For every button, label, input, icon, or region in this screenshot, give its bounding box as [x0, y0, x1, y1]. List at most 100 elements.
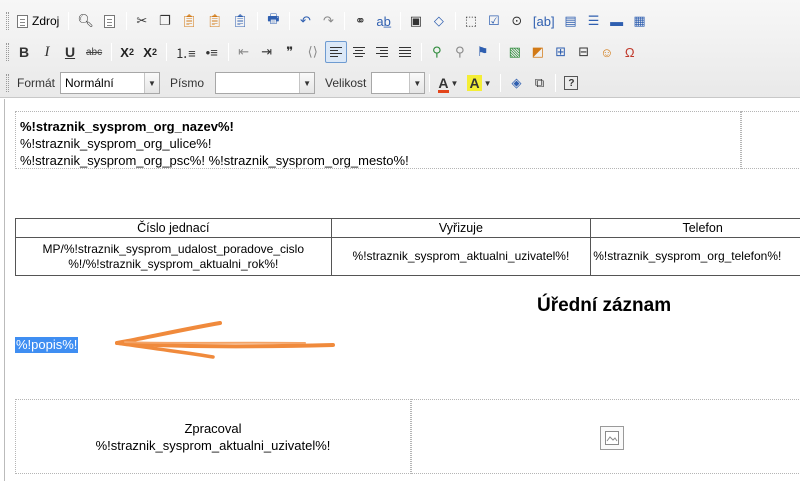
blockquote-icon: ❞	[286, 44, 294, 59]
indent-button[interactable]: ⇥	[256, 41, 278, 63]
bullet-list-icon: •≡	[205, 44, 218, 60]
format-select[interactable]: Normální ▼	[60, 72, 161, 94]
paste-word-button[interactable]: 📋︎	[228, 10, 253, 32]
numbered-list-button[interactable]: ⒈≡	[171, 41, 200, 63]
select-field-icon: ☰	[587, 13, 600, 28]
table-button[interactable]: ⊞	[550, 41, 572, 63]
table-header-cell[interactable]: Telefon	[590, 218, 800, 238]
redo-button[interactable]: ↷	[317, 10, 339, 32]
link-button[interactable]: ⚲	[426, 41, 448, 63]
replace-button[interactable]: ab̲	[372, 10, 394, 32]
address-block[interactable]: %!straznik_sysprom_org_nazev%! %!strazni…	[15, 111, 741, 169]
format-label: Formát	[17, 76, 56, 90]
image-placeholder-icon[interactable]	[600, 426, 624, 450]
show-blocks-icon: ⧉	[534, 75, 545, 90]
strikethrough-button[interactable]: abc	[82, 41, 106, 63]
bold-button[interactable]: B	[13, 41, 35, 63]
outdent-button[interactable]: ⇤	[233, 41, 255, 63]
text-color-button[interactable]: A ▼	[434, 72, 462, 94]
anchor-button[interactable]: ⚑	[472, 41, 494, 63]
table-header-cell[interactable]: Číslo jednací	[15, 218, 332, 238]
select-field-button[interactable]: ☰	[583, 10, 605, 32]
bullet-list-button[interactable]: •≡	[201, 41, 223, 63]
clipboard-icon: 📋︎	[180, 13, 198, 28]
image-icon: ▧	[508, 44, 521, 59]
textfield-button[interactable]: [ab]	[529, 10, 559, 32]
image-button-field[interactable]: ▦	[629, 10, 651, 32]
undo-button[interactable]: ↶	[294, 10, 316, 32]
align-left-button[interactable]	[324, 41, 347, 63]
font-select[interactable]: ▼	[215, 72, 316, 94]
scissors-icon: ✂	[136, 13, 148, 28]
text-color-icon: A	[438, 75, 449, 93]
org-city: %!straznik_sysprom_org_psc%! %!straznik_…	[20, 153, 409, 168]
flash-button[interactable]: ◩	[527, 41, 549, 63]
smiley-icon: ☺	[600, 44, 614, 60]
image-button[interactable]: ▧	[504, 41, 526, 63]
remove-format-button[interactable]: ◇	[428, 10, 450, 32]
special-char-button[interactable]: Ω	[619, 41, 641, 63]
smiley-button[interactable]: ☺	[596, 41, 618, 63]
size-select[interactable]: ▼	[371, 72, 426, 94]
footer-signature-cell[interactable]	[411, 399, 800, 474]
form-button[interactable]: ⬚	[460, 10, 482, 32]
chevron-down-icon[interactable]: ▼	[409, 73, 425, 93]
radio-icon: ⊙	[511, 13, 523, 28]
editor-content[interactable]: %!straznik_sysprom_org_nazev%! %!strazni…	[4, 99, 800, 481]
toolbar-grip[interactable]	[6, 43, 9, 61]
unlink-button[interactable]: ⚲	[449, 41, 471, 63]
popis-selected-text[interactable]: %!popis%!	[15, 337, 79, 353]
blockquote-button[interactable]: ❞	[279, 41, 301, 63]
select-all-button[interactable]: ▣	[405, 10, 427, 32]
address-right-cell[interactable]	[741, 111, 800, 169]
form-icon: ⬚	[464, 13, 478, 28]
button-field-button[interactable]: ▬	[606, 10, 628, 32]
table-row: MP/%!straznik_sysprom_udalost_poradove_c…	[15, 237, 800, 276]
horizontal-rule-button[interactable]: ⊟	[573, 41, 595, 63]
info-table: Číslo jednací Vyřizuje Telefon MP/%!stra…	[15, 218, 800, 276]
underline-button[interactable]: U	[59, 41, 81, 63]
paste-text-icon: 📋︎	[206, 13, 223, 28]
align-justify-button[interactable]	[394, 41, 416, 63]
subscript-button[interactable]: X2	[116, 41, 138, 63]
cut-button[interactable]: ✂	[131, 10, 153, 32]
copy-button[interactable]: ❐	[154, 10, 176, 32]
toolbar-grip[interactable]	[6, 12, 9, 30]
chevron-down-icon[interactable]: ▼	[299, 73, 315, 93]
cislo-jednaci-cell[interactable]: MP/%!straznik_sysprom_udalost_poradove_c…	[15, 237, 332, 276]
textarea-button[interactable]: ▤	[560, 10, 582, 32]
italic-button[interactable]: I	[36, 41, 58, 63]
div-button[interactable]: ⟨⟩	[302, 41, 324, 63]
magnifier-icon: 🔍︎	[77, 13, 94, 28]
maximize-button[interactable]: ◈	[505, 72, 527, 94]
table-header-cell[interactable]: Vyřizuje	[330, 218, 592, 238]
show-blocks-button[interactable]: ⧉	[528, 72, 550, 94]
superscript-button[interactable]: X2	[139, 41, 161, 63]
toolbar-grip[interactable]	[6, 74, 9, 92]
checkbox-button[interactable]: ☑	[483, 10, 505, 32]
align-center-button[interactable]	[348, 41, 370, 63]
preview-button[interactable]: 🔍︎	[73, 10, 98, 32]
radio-button[interactable]: ⊙	[506, 10, 528, 32]
flash-icon: ◩	[531, 44, 544, 59]
flag-icon: ⚑	[476, 44, 489, 59]
footer-processed-by[interactable]: Zpracoval %!straznik_sysprom_aktualni_uz…	[15, 399, 411, 474]
telefon-cell[interactable]: %!straznik_sysprom_org_telefon%!	[590, 237, 800, 276]
horizontal-rule-icon: ⊟	[578, 44, 590, 59]
vyrizuje-cell[interactable]: %!straznik_sysprom_aktualni_uzivatel%!	[330, 237, 592, 276]
annotation-arrow	[115, 321, 335, 359]
paste-text-button[interactable]: 📋︎	[202, 10, 227, 32]
paste-button[interactable]: 📋︎	[177, 10, 202, 32]
find-button[interactable]: ⚭	[349, 10, 371, 32]
checkbox-icon: ☑	[488, 13, 500, 28]
chevron-down-icon[interactable]: ▼	[144, 73, 160, 93]
indent-icon: ⇥	[261, 44, 273, 59]
templates-button[interactable]	[99, 10, 121, 32]
about-button[interactable]: ?	[560, 72, 582, 94]
print-button[interactable]: 🖶	[262, 10, 284, 32]
source-button[interactable]: Zdroj	[13, 10, 63, 32]
footer-value: %!straznik_sysprom_aktualni_uzivatel%!	[95, 438, 331, 453]
bg-color-button[interactable]: A ▼	[463, 72, 495, 94]
numbered-list-icon: ⒈≡	[175, 45, 196, 61]
align-right-button[interactable]	[371, 41, 393, 63]
